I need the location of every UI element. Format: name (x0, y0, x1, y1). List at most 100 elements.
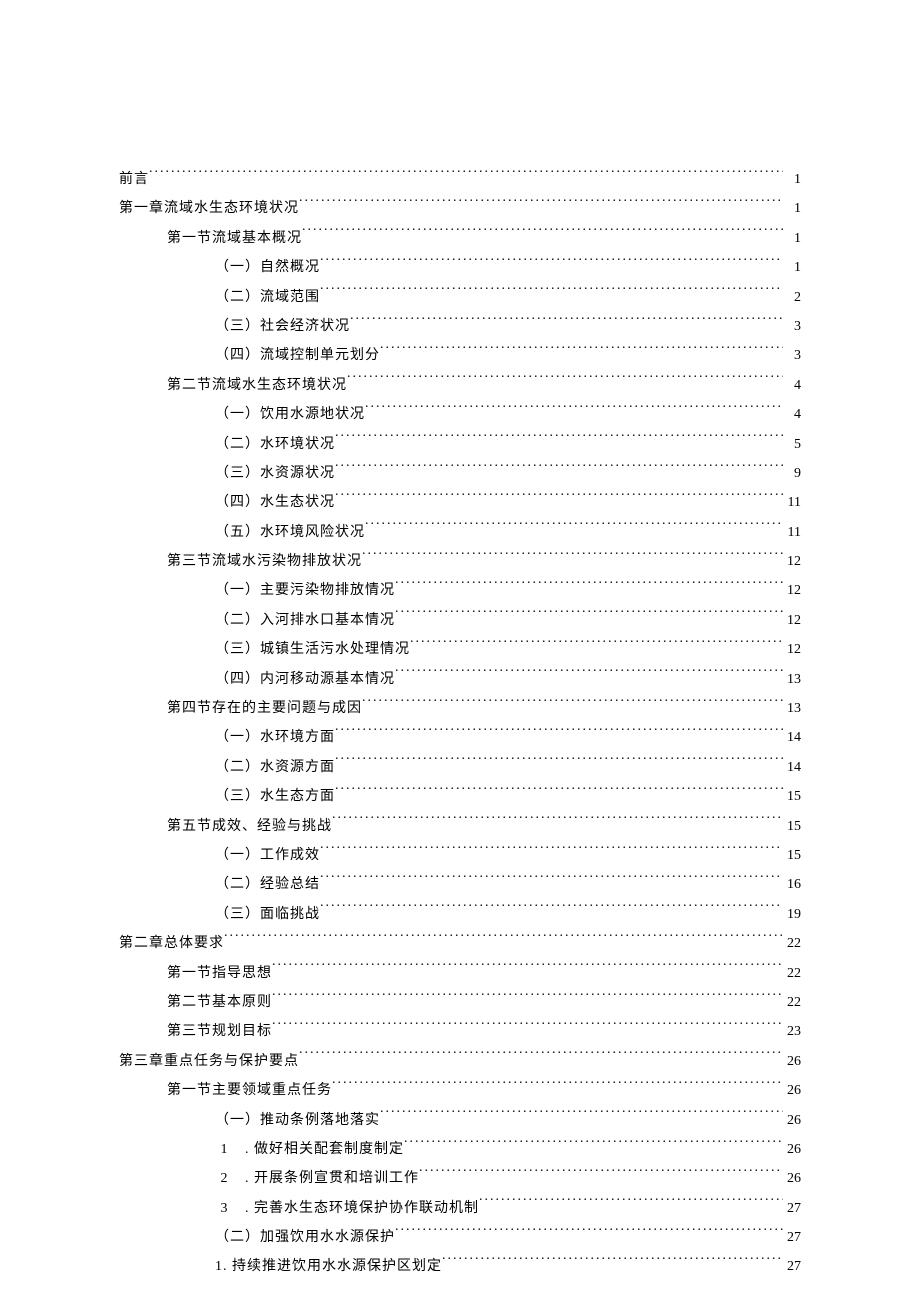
toc-page-number: 11 (783, 518, 801, 547)
toc-row: （三）社会经济状况 3 (119, 312, 801, 341)
toc-row: 1. 持续推进饮用水水源保护区划定27 (119, 1252, 801, 1281)
toc-leader-dots (320, 287, 783, 301)
toc-page-number: 15 (783, 841, 801, 870)
toc-row: 第一章流域水生态环境状况1 (119, 194, 801, 223)
toc-leader-dots (410, 639, 783, 653)
toc-page-number: 13 (783, 694, 801, 723)
toc-row: （一）饮用水源地状况4 (119, 400, 801, 429)
toc-item-label: （四）内河移动源基本情况 (215, 665, 395, 694)
toc-item-label: （一）推动条例落地落实 (215, 1106, 380, 1135)
toc-page-number: 26 (783, 1076, 801, 1105)
toc-item-label: 第一章流域水生态环境状况 (119, 194, 299, 223)
toc-leader-dots (404, 1139, 783, 1153)
toc-leader-dots (380, 345, 783, 359)
toc-page-number: 3 (783, 312, 801, 341)
toc-leader-dots (347, 375, 783, 389)
toc-leader-dots (479, 1198, 783, 1212)
toc-row: 3. 完善水生态环境保护协作联动机制27 (119, 1194, 801, 1223)
toc-row: （一）推动条例落地落实 26 (119, 1106, 801, 1135)
toc-leader-dots (380, 1110, 783, 1124)
toc-leader-dots (362, 551, 783, 565)
toc-page-number: 23 (783, 1017, 801, 1046)
toc-leader-dots (272, 963, 783, 977)
toc-row: （三）城镇生活污水处理情况12 (119, 635, 801, 664)
toc-item-label: 第一节主要领域重点任务 (167, 1076, 332, 1105)
toc-page-number: 22 (783, 929, 801, 958)
toc-leader-dots (332, 1080, 783, 1094)
toc-leader-dots (224, 933, 783, 947)
toc-page-number: 26 (783, 1164, 801, 1193)
toc-leader-dots (149, 169, 783, 183)
toc-item-label: 第五节成效、经验与挑战 (167, 812, 332, 841)
toc-page-number: 5 (783, 430, 801, 459)
toc-row: （一）主要污染物排放情况 12 (119, 576, 801, 605)
toc-row: （三）面临挑战 19 (119, 900, 801, 929)
toc-leader-dots (395, 1227, 783, 1241)
toc-leader-dots (299, 198, 783, 212)
toc-row: （二）入河排水口基本情况 12 (119, 606, 801, 635)
toc-item-label: （三）社会经济状况 (215, 312, 350, 341)
toc-page-number: 12 (783, 576, 801, 605)
toc-page-number: 9 (783, 459, 801, 488)
toc-item-label: 第四节存在的主要问题与成因 (167, 694, 362, 723)
toc-item-label: . 开展条例宣贯和培训工作 (245, 1164, 419, 1193)
toc-page-number: 27 (783, 1223, 801, 1252)
toc-leader-dots (320, 904, 783, 918)
toc-item-label: 前言 (119, 165, 149, 194)
toc-leader-dots (419, 1168, 783, 1182)
toc-row: 第三节规划目标 23 (119, 1017, 801, 1046)
toc-item-label: （一）水环境方面 (215, 723, 335, 752)
toc-leader-dots (320, 874, 783, 888)
toc-row: （一）工作成效15 (119, 841, 801, 870)
toc-item-label: 第三节规划目标 (167, 1017, 272, 1046)
table-of-contents: 前言1第一章流域水生态环境状况1第一节流域基本概况1（一）自然概况1（二）流域范… (119, 165, 801, 1282)
toc-page-number: 12 (783, 547, 801, 576)
toc-item-label: 第三节流域水污染物排放状况 (167, 547, 362, 576)
toc-row: （二）加强饮用水水源保护27 (119, 1223, 801, 1252)
toc-page-number: 16 (783, 870, 801, 899)
toc-item-label: （五）水环境风险状况 (215, 518, 365, 547)
toc-row: （二）流域范围2 (119, 283, 801, 312)
toc-page-number: 12 (783, 606, 801, 635)
toc-item-label: 第一节指导思想 (167, 959, 272, 988)
toc-page-number: 1 (783, 224, 801, 253)
toc-row: （五）水环境风险状况 11 (119, 518, 801, 547)
toc-leader-dots (302, 228, 783, 242)
toc-row: 第三节流域水污染物排放状况 12 (119, 547, 801, 576)
toc-item-label: （四）流域控制单元划分 (215, 341, 380, 370)
toc-row: 第三章重点任务与保护要点26 (119, 1047, 801, 1076)
toc-leader-dots (332, 816, 783, 830)
toc-row: 第二章总体要求 22 (119, 929, 801, 958)
toc-item-label: （一）饮用水源地状况 (215, 400, 365, 429)
toc-row: （一）自然概况1 (119, 253, 801, 282)
toc-page-number: 26 (783, 1106, 801, 1135)
toc-page-number: 26 (783, 1135, 801, 1164)
toc-row: 第一节流域基本概况1 (119, 224, 801, 253)
toc-row: 第一节指导思想22 (119, 959, 801, 988)
toc-page-number: 1 (783, 165, 801, 194)
toc-item-label: 第二章总体要求 (119, 929, 224, 958)
toc-item-label: （一）主要污染物排放情况 (215, 576, 395, 605)
toc-item-label: （一）自然概况 (215, 253, 320, 282)
toc-row: 第一节主要领域重点任务 26 (119, 1076, 801, 1105)
toc-row: 第二节流域水生态环境状况4 (119, 371, 801, 400)
toc-item-label: （三）水生态方面 (215, 782, 335, 811)
toc-page-number: 27 (783, 1194, 801, 1223)
toc-leader-dots (395, 669, 783, 683)
toc-leader-dots (395, 580, 783, 594)
toc-page-number: 13 (783, 665, 801, 694)
toc-item-label: （三）水资源状况 (215, 459, 335, 488)
toc-item-label: （三）面临挑战 (215, 900, 320, 929)
toc-row: 2. 开展条例宣贯和培训工作26 (119, 1164, 801, 1193)
toc-row: 第五节成效、经验与挑战15 (119, 812, 801, 841)
toc-page-number: 14 (783, 753, 801, 782)
toc-leader-dots (320, 845, 783, 859)
toc-page-number: 19 (783, 900, 801, 929)
toc-leader-dots (442, 1256, 783, 1270)
toc-leader-dots (365, 404, 783, 418)
toc-leader-dots (335, 727, 783, 741)
toc-leader-dots (395, 610, 783, 624)
toc-item-label: （二）入河排水口基本情况 (215, 606, 395, 635)
toc-row: （三）水生态方面15 (119, 782, 801, 811)
toc-page-number: 26 (783, 1047, 801, 1076)
